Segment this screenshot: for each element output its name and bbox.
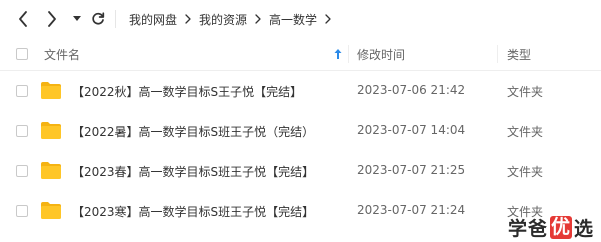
file-type: 文件夹 bbox=[507, 85, 544, 99]
watermark-text: 选 bbox=[574, 217, 595, 240]
row-checkbox[interactable] bbox=[16, 125, 28, 137]
watermark-text: 学爸 bbox=[508, 217, 549, 240]
select-all-checkbox[interactable] bbox=[16, 48, 28, 60]
chevron-right-icon bbox=[317, 14, 339, 24]
folder-icon bbox=[41, 162, 61, 179]
column-header-name[interactable]: 文件名 bbox=[44, 46, 80, 63]
forward-button[interactable] bbox=[42, 9, 62, 29]
caret-down-icon bbox=[73, 16, 81, 21]
arrow-up-icon[interactable] bbox=[333, 48, 343, 60]
column-divider[interactable] bbox=[497, 45, 498, 63]
column-header-modified[interactable]: 修改时间 bbox=[357, 46, 405, 63]
modified-time: 2023-07-07 21:24 bbox=[357, 203, 466, 217]
folder-icon bbox=[41, 202, 61, 219]
row-checkbox[interactable] bbox=[16, 85, 28, 97]
toolbar: 我的网盘 我的资源 高一数学 bbox=[0, 0, 601, 38]
breadcrumb-item-my-resources[interactable]: 我的资源 bbox=[199, 11, 247, 28]
table-row[interactable]: 【2022秋】高一数学目标S王子悦【完结】 2023-07-06 21:42 文… bbox=[0, 71, 601, 111]
file-type: 文件夹 bbox=[507, 165, 544, 179]
row-checkbox[interactable] bbox=[16, 205, 28, 217]
watermark-logo: 学爸 优 选 bbox=[508, 214, 594, 240]
file-name[interactable]: 【2023春】高一数学目标S班王子悦【完结】 bbox=[72, 163, 314, 180]
watermark-badge: 优 bbox=[550, 215, 573, 239]
column-divider[interactable] bbox=[348, 45, 349, 63]
table-header: 文件名 修改时间 类型 bbox=[0, 38, 601, 71]
file-name[interactable]: 【2022秋】高一数学目标S王子悦【完结】 bbox=[72, 83, 302, 100]
back-button[interactable] bbox=[13, 9, 33, 29]
file-name[interactable]: 【2022暑】高一数学目标S班王子悦（完结） bbox=[72, 123, 314, 140]
column-header-type[interactable]: 类型 bbox=[507, 46, 531, 63]
row-checkbox[interactable] bbox=[16, 165, 28, 177]
breadcrumb: 我的网盘 我的资源 高一数学 bbox=[129, 11, 339, 27]
chevron-left-icon bbox=[19, 11, 27, 27]
modified-time: 2023-07-07 14:04 bbox=[357, 123, 466, 137]
toolbar-divider bbox=[115, 10, 116, 28]
folder-icon bbox=[41, 82, 61, 99]
chevron-right-icon bbox=[48, 11, 56, 27]
modified-time: 2023-07-07 21:25 bbox=[357, 163, 466, 177]
table-row[interactable]: 【2022暑】高一数学目标S班王子悦（完结） 2023-07-07 14:04 … bbox=[0, 111, 601, 151]
breadcrumb-item-my-drive[interactable]: 我的网盘 bbox=[129, 11, 177, 28]
modified-time: 2023-07-06 21:42 bbox=[357, 83, 466, 97]
chevron-right-icon bbox=[247, 14, 269, 24]
history-dropdown-button[interactable] bbox=[69, 9, 85, 29]
chevron-right-icon bbox=[177, 14, 199, 24]
breadcrumb-item-current-folder[interactable]: 高一数学 bbox=[269, 11, 317, 28]
refresh-icon bbox=[92, 12, 105, 25]
folder-icon bbox=[41, 122, 61, 139]
file-name[interactable]: 【2023寒】高一数学目标S班王子悦【完结】 bbox=[72, 203, 314, 220]
file-type: 文件夹 bbox=[507, 125, 544, 139]
table-row[interactable]: 【2023春】高一数学目标S班王子悦【完结】 2023-07-07 21:25 … bbox=[0, 151, 601, 191]
refresh-button[interactable] bbox=[88, 9, 108, 29]
